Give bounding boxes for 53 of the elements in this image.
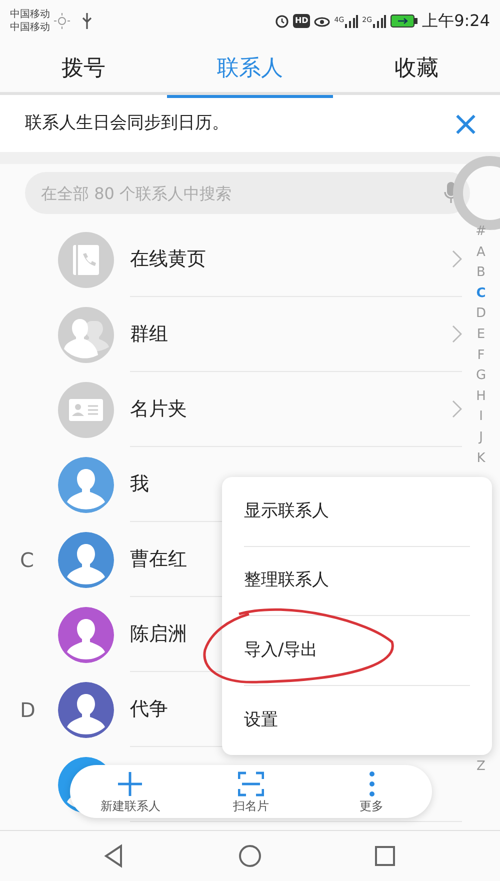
index-letter[interactable]: E xyxy=(470,324,492,346)
banner-text: 联系人生日会同步到日历。 xyxy=(25,112,230,135)
phonebook-icon xyxy=(58,232,114,288)
index-letter[interactable]: A xyxy=(470,242,492,264)
home-button[interactable] xyxy=(238,844,262,868)
index-letter[interactable]: # xyxy=(470,222,492,243)
index-letter[interactable]: J xyxy=(470,428,492,449)
alarm-icon xyxy=(274,14,289,28)
index-letter[interactable]: K xyxy=(470,448,492,470)
more-icon xyxy=(368,771,375,797)
status-time: 上午9:24 xyxy=(422,10,490,32)
chevron-right-icon xyxy=(452,250,462,268)
index-letter[interactable]: B xyxy=(470,263,492,284)
menu-item[interactable]: 显示联系人 xyxy=(244,477,470,546)
carrier-label: 中国移动 xyxy=(10,21,50,34)
index-letter[interactable]: Z xyxy=(470,757,492,778)
search-field[interactable]: 在全部 80 个联系人中搜索 xyxy=(25,172,470,214)
section-letter: D xyxy=(20,698,36,722)
contact-name[interactable]: 名片夹 xyxy=(130,394,452,424)
scan-icon xyxy=(238,771,264,797)
contact-name[interactable]: 在线黄页 xyxy=(130,244,452,274)
add-icon xyxy=(117,771,144,797)
index-letter[interactable]: H xyxy=(470,386,492,408)
toolbar-button[interactable]: 更多 xyxy=(311,765,432,818)
chevron-right-icon xyxy=(452,400,462,418)
toolbar-button[interactable]: 新建联系人 xyxy=(70,765,191,818)
eye-icon xyxy=(314,15,330,27)
index-letter[interactable]: C xyxy=(470,284,492,304)
section-letter: C xyxy=(20,548,34,572)
tab[interactable]: 拨号 xyxy=(0,42,167,95)
index-letter[interactable]: I xyxy=(470,407,492,428)
group-icon xyxy=(58,306,114,362)
recents-button[interactable] xyxy=(372,844,397,868)
business-card-icon xyxy=(58,382,114,438)
tab[interactable]: 联系人 xyxy=(166,42,334,95)
signal-icon xyxy=(372,14,386,28)
chevron-right-icon xyxy=(452,325,462,343)
tab[interactable]: 收藏 xyxy=(333,42,500,95)
usb-icon xyxy=(82,13,92,29)
toolbar-button[interactable]: 扫名片 xyxy=(190,765,312,818)
menu-item[interactable]: 导入/导出 xyxy=(244,616,470,686)
close-button[interactable]: × xyxy=(452,106,480,140)
brightness-icon xyxy=(54,13,70,29)
menu-item[interactable]: 设置 xyxy=(244,686,470,755)
battery-icon xyxy=(390,14,418,28)
index-letter[interactable]: D xyxy=(470,304,492,325)
contact-name[interactable]: 群组 xyxy=(130,320,452,348)
hd-badge: HD xyxy=(292,14,310,28)
index-letter[interactable]: G xyxy=(470,366,492,387)
index-letter[interactable]: F xyxy=(470,346,492,366)
carrier-label: 中国移动 xyxy=(10,8,50,21)
menu-item[interactable]: 整理联系人 xyxy=(244,546,470,616)
signal-icon xyxy=(344,14,358,28)
